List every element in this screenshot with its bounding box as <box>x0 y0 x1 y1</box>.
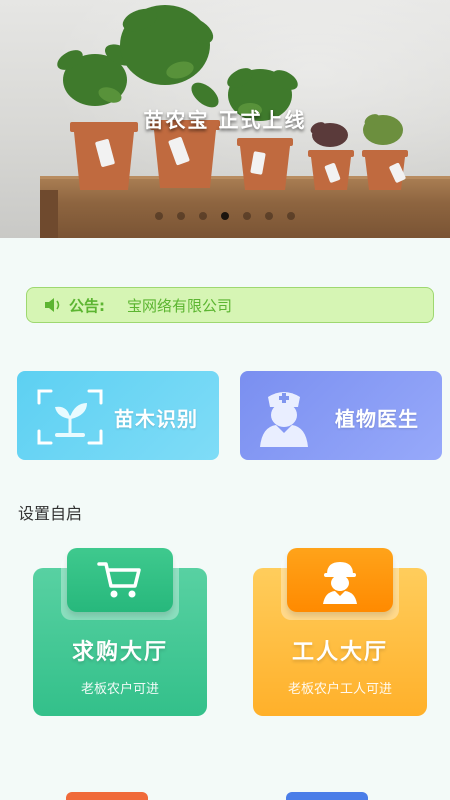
carousel-dot[interactable] <box>287 212 295 220</box>
carousel-indicator <box>0 212 450 220</box>
carousel-dot[interactable] <box>243 212 251 220</box>
hall-subtitle: 老板农户可进 <box>80 682 159 697</box>
banner-carousel[interactable]: 苗农宝 正式上线 <box>0 0 450 238</box>
feature-title: 苗木识别 <box>114 407 198 431</box>
notice-bar[interactable]: 公告: 宝网络有限公司 <box>26 287 434 323</box>
purchase-hall-button[interactable]: 求购大厅 老板农户可进 <box>33 548 207 716</box>
banner-title: 苗农宝 正式上线 <box>143 108 307 132</box>
carousel-dot[interactable] <box>199 212 207 220</box>
hall-subtitle: 老板农户工人可进 <box>287 682 392 697</box>
partial-card-right[interactable] <box>286 792 368 800</box>
section-title: 设置自启 <box>18 504 83 523</box>
carousel-dot[interactable] <box>155 212 163 220</box>
carousel-dot[interactable] <box>221 212 229 220</box>
feature-title: 植物医生 <box>335 407 419 431</box>
carousel-dot[interactable] <box>265 212 273 220</box>
worker-icon <box>323 562 357 604</box>
carousel-dot[interactable] <box>177 212 185 220</box>
partial-card-left[interactable] <box>66 792 148 800</box>
notice-text: 宝网络有限公司 <box>127 296 233 315</box>
scan-seedling-icon <box>37 389 103 445</box>
plant-doctor-button[interactable]: 植物医生 <box>240 371 442 460</box>
doctor-icon <box>260 392 308 447</box>
hall-title: 工人大厅 <box>291 640 388 665</box>
cart-icon <box>97 562 141 598</box>
notice-label: 公告: <box>69 296 105 315</box>
hall-title: 求购大厅 <box>71 640 168 665</box>
worker-hall-button[interactable]: 工人大厅 老板农户工人可进 <box>253 548 427 716</box>
speaker-icon <box>45 298 60 312</box>
seedling-recognition-button[interactable]: 苗木识别 <box>17 371 219 460</box>
